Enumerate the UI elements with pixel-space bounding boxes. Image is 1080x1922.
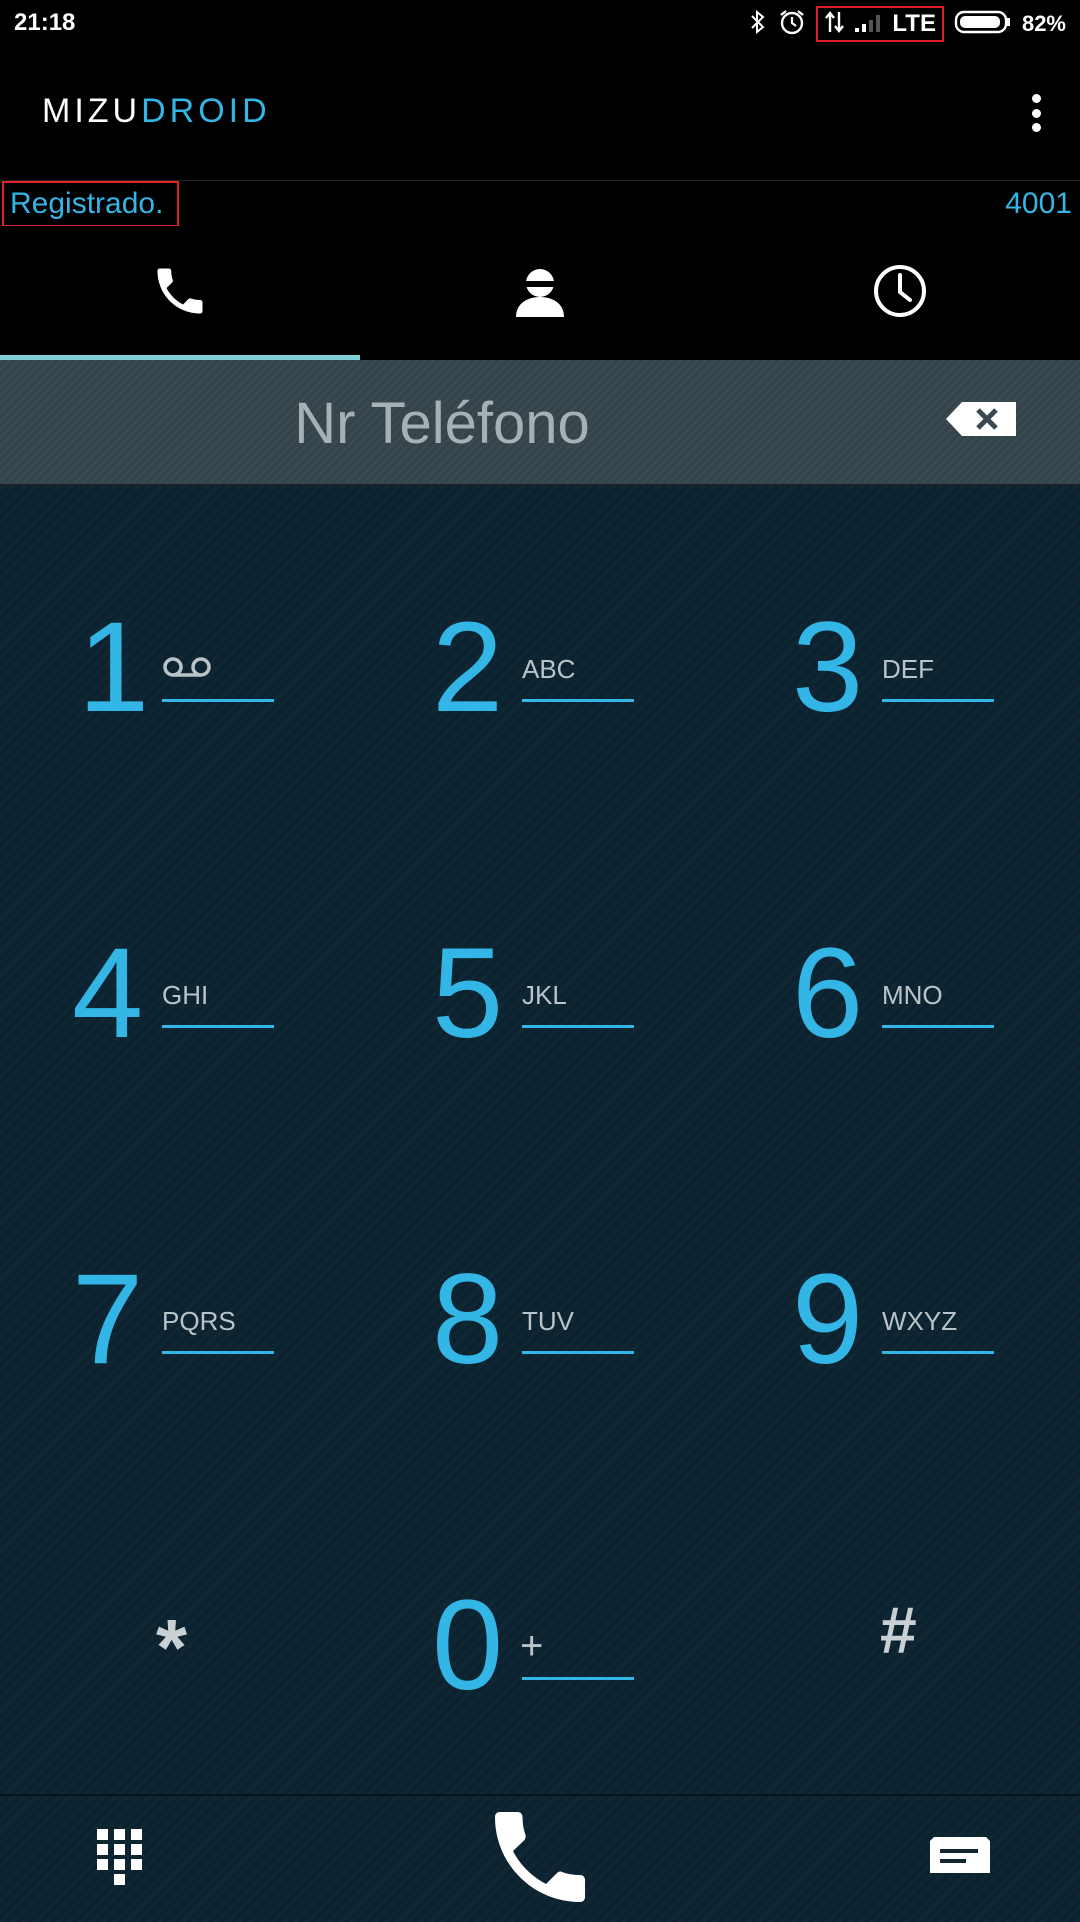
status-icons: LTE 82%: [748, 6, 1066, 42]
key-letters: TUV: [522, 1306, 574, 1336]
key-2[interactable]: 2 ABC: [360, 486, 720, 812]
signal-icon: [854, 11, 884, 38]
network-status: LTE: [816, 6, 944, 42]
key-underline: [522, 1677, 634, 1680]
key-digit: 3: [792, 596, 864, 739]
key-digit: 1: [78, 596, 150, 739]
key-underline: [162, 1351, 274, 1354]
key-symbol: #: [880, 1593, 917, 1667]
logo-text-droid: DROID: [141, 92, 271, 130]
key-letters: +: [520, 1624, 544, 1668]
key-digit: 8: [432, 1248, 504, 1391]
extension-number: 4001: [1005, 187, 1072, 220]
contact-icon: [512, 263, 568, 324]
key-4[interactable]: 4 GHI: [0, 812, 360, 1138]
status-bar: 21:18 LTE 82%: [0, 0, 1080, 48]
phone-number-input[interactable]: [120, 378, 764, 468]
network-type: LTE: [892, 10, 936, 37]
history-clock-icon: [872, 263, 928, 324]
key-underline: [882, 699, 994, 702]
key-9[interactable]: 9 WXYZ: [720, 1138, 1080, 1464]
key-digit: 4: [72, 922, 144, 1065]
key-underline: [522, 1025, 634, 1028]
key-letters: DEF: [882, 654, 934, 684]
key-7[interactable]: 7 PQRS: [0, 1138, 360, 1464]
backspace-icon[interactable]: [946, 402, 1016, 441]
message-button[interactable]: [900, 1796, 1020, 1922]
key-underline: [882, 1351, 994, 1354]
app-logo: MIZU DROID: [42, 92, 271, 131]
key-underline: [162, 699, 274, 702]
key-digit: 5: [432, 922, 504, 1065]
key-hash[interactable]: #: [720, 1464, 1080, 1790]
key-underline: [522, 699, 634, 702]
key-digit: 6: [792, 922, 864, 1065]
status-time: 21:18: [14, 9, 76, 36]
registration-bar: Registrado. 4001: [0, 180, 1080, 228]
key-5[interactable]: 5 JKL: [360, 812, 720, 1138]
battery-icon: [954, 9, 1012, 40]
key-digit: 7: [72, 1248, 144, 1391]
key-letters: PQRS: [162, 1306, 236, 1336]
key-letters: JKL: [522, 980, 567, 1010]
key-8[interactable]: 8 TUV: [360, 1138, 720, 1464]
key-letters: WXYZ: [882, 1306, 958, 1336]
key-letters: ABC: [522, 654, 576, 684]
key-letters: MNO: [882, 980, 943, 1010]
registration-status: Registrado.: [2, 181, 180, 227]
call-phone-icon: [480, 1797, 600, 1922]
alarm-icon: [778, 8, 806, 41]
key-digit: 0: [432, 1574, 504, 1717]
key-star[interactable]: *: [0, 1464, 360, 1790]
call-button[interactable]: [440, 1796, 640, 1922]
key-digit: 2: [432, 596, 504, 739]
key-symbol: *: [156, 1603, 188, 1692]
logo-text-mizu: MIZU: [42, 92, 142, 130]
key-underline: [522, 1351, 634, 1354]
dialpad-toggle-button[interactable]: [60, 1796, 180, 1922]
tab-history[interactable]: [720, 226, 1080, 360]
key-3[interactable]: 3 DEF: [720, 486, 1080, 812]
key-1[interactable]: 1: [0, 486, 360, 812]
key-digit: 9: [792, 1248, 864, 1391]
key-underline: [162, 1025, 274, 1028]
number-input-bar: [0, 360, 1080, 486]
tab-contacts[interactable]: [360, 226, 720, 360]
tab-bar: [0, 226, 1080, 360]
bottom-action-bar: [0, 1794, 1080, 1922]
dialpad-grid-icon: [97, 1828, 143, 1890]
key-0[interactable]: 0 +: [360, 1464, 720, 1790]
key-6[interactable]: 6 MNO: [720, 812, 1080, 1138]
battery-percent: 82%: [1021, 11, 1066, 36]
voicemail-icon: [162, 656, 212, 683]
message-icon: [930, 1836, 990, 1882]
overflow-menu-icon[interactable]: [1016, 88, 1056, 138]
data-arrows-icon: [824, 10, 846, 39]
app-bar: MIZU DROID: [0, 48, 1080, 180]
key-underline: [882, 1025, 994, 1028]
tab-dialer[interactable]: [0, 226, 360, 360]
dialpad: 1 2 ABC 3 DEF 4 GHI 5 JKL 6 MNO 7 PQRS 8…: [0, 486, 1080, 1794]
bluetooth-icon: [748, 9, 768, 40]
phone-icon: [150, 261, 210, 326]
key-letters: GHI: [162, 980, 209, 1010]
